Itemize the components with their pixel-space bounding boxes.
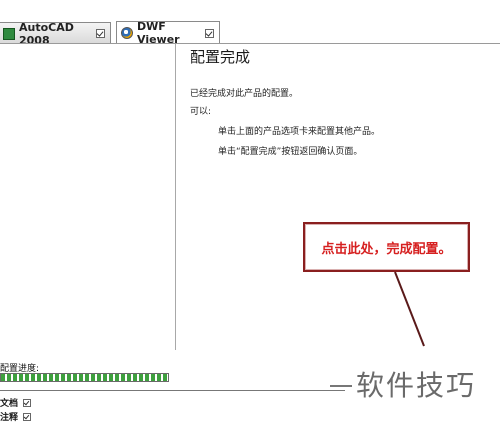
tab-baseline xyxy=(0,43,500,44)
annotation-callout: 点击此处，完成配置。 xyxy=(303,222,470,272)
option-configure-other-products: 单击上面的产品选项卡来配置其他产品。 xyxy=(218,127,381,137)
checkmark-icon xyxy=(205,28,214,38)
product-tab-strip: AutoCAD 2008 DWF Viewer xyxy=(0,0,500,47)
status-message: 已经完成对此产品的配置。 xyxy=(190,89,299,99)
checkmark-icon xyxy=(23,412,32,421)
list-item-documents[interactable]: 文档 xyxy=(0,396,32,409)
annotation-text: 点击此处，完成配置。 xyxy=(321,241,452,257)
configuration-complete-panel: 配置完成 已经完成对此产品的配置。 可以: 单击上面的产品选项卡来配置其他产品。… xyxy=(190,46,490,157)
panel-divider xyxy=(175,44,176,350)
list-item-notes[interactable]: 注释 xyxy=(0,410,32,422)
configuration-progress-bar xyxy=(0,373,169,382)
options-label: 可以: xyxy=(190,107,212,117)
dwf-viewer-icon xyxy=(121,27,133,39)
option-return-to-confirm: 单击“配置完成”按钮返回确认页面。 xyxy=(218,147,363,157)
checkmark-icon xyxy=(96,29,105,38)
tab-autocad-2008[interactable]: AutoCAD 2008 xyxy=(0,21,111,47)
page-title: 配置完成 xyxy=(190,48,251,66)
section-divider xyxy=(0,390,345,391)
autocad-icon xyxy=(3,27,15,40)
watermark: 软件技巧 xyxy=(356,369,477,402)
tab-dwf-viewer[interactable]: DWF Viewer xyxy=(116,20,220,46)
watermark-dash xyxy=(330,385,352,387)
list-item-label: 注释 xyxy=(0,413,19,422)
list-item-label: 文档 xyxy=(0,399,19,409)
checkmark-icon xyxy=(23,398,32,407)
progress-fill xyxy=(1,374,168,381)
